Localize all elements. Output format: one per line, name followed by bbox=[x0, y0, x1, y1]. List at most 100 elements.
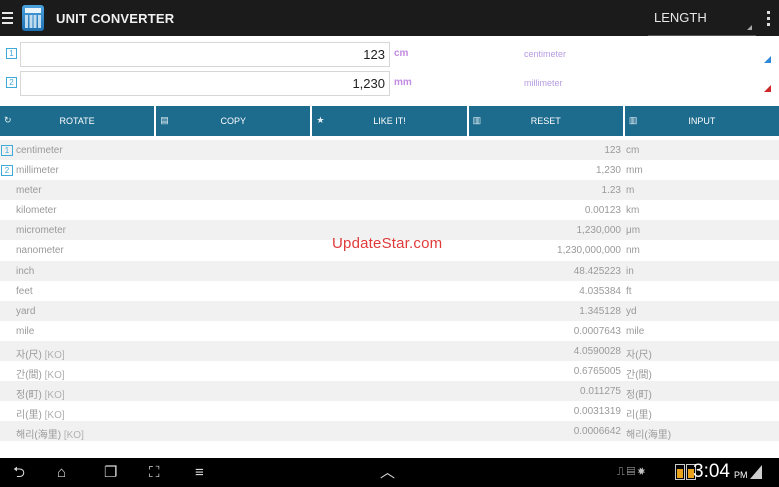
result-row[interactable]: 1 centimeter 123 cm bbox=[0, 140, 779, 161]
dropdown-triangle-icon bbox=[747, 25, 752, 30]
result-unit-name-text: nanometer bbox=[16, 245, 64, 257]
input-index-badge: 1 bbox=[6, 48, 17, 59]
result-unit-abbr: m bbox=[626, 185, 635, 197]
reset-icon: ▥ bbox=[472, 115, 482, 125]
input-button[interactable]: ▥ INPUT bbox=[624, 106, 779, 136]
result-unit-abbr: yd bbox=[626, 305, 637, 317]
back-icon[interactable]: ⮌ bbox=[13, 464, 25, 481]
result-value: 4.035384 bbox=[579, 285, 621, 297]
unit-name-1[interactable]: centimeter bbox=[524, 49, 566, 59]
result-row[interactable]: kilometer 0.00123 km bbox=[0, 200, 779, 221]
copy-button[interactable]: ▤ COPY bbox=[156, 106, 311, 136]
like-label: LIKE IT! bbox=[373, 116, 406, 126]
result-value: 0.0007643 bbox=[573, 325, 621, 337]
result-unit-name: 자(尺) [KO] bbox=[16, 346, 65, 361]
result-unit-name-text: inch bbox=[16, 265, 35, 277]
copy-label: COPY bbox=[220, 116, 247, 126]
input-index-badge: 2 bbox=[6, 77, 17, 88]
input-row-1: 1 123 cm centimeter bbox=[0, 40, 779, 68]
result-value: 0.0006642 bbox=[573, 426, 621, 438]
result-unit-abbr: km bbox=[626, 205, 640, 217]
clock-time: 3:04 bbox=[693, 461, 730, 482]
result-value: 1.23 bbox=[601, 185, 621, 197]
result-unit-abbr: ft bbox=[626, 285, 632, 297]
recent-apps-icon[interactable]: ❐ bbox=[104, 464, 117, 481]
result-value: 1,230,000,000 bbox=[557, 245, 621, 257]
result-row[interactable]: 2 millimeter 1,230 mm bbox=[0, 160, 779, 181]
signal-icon bbox=[750, 465, 762, 479]
result-unit-name-text: meter bbox=[16, 185, 42, 197]
result-value: 123 bbox=[604, 145, 621, 156]
result-unit-abbr: nm bbox=[626, 245, 640, 257]
result-unit-name: kilometer bbox=[16, 205, 57, 216]
result-unit-name-text: 정(町) bbox=[16, 390, 42, 402]
result-unit-name: micrometer bbox=[16, 225, 66, 236]
action-bar: UNIT CONVERTER LENGTH bbox=[0, 0, 779, 36]
result-value: 48.425223 bbox=[573, 265, 621, 277]
result-row[interactable]: 자(尺) [KO] 4.0590028 자(尺) bbox=[0, 340, 779, 362]
category-spinner[interactable]: LENGTH bbox=[648, 0, 756, 36]
result-unit-abbr: in bbox=[626, 265, 634, 277]
result-unit-name: feet bbox=[16, 286, 33, 297]
result-unit-name: 정(町) [KO] bbox=[16, 386, 65, 401]
unit-abbr-1: cm bbox=[394, 48, 409, 59]
result-unit-abbr: mm bbox=[626, 165, 643, 177]
language-tag: [KO] bbox=[44, 410, 65, 422]
result-unit-name: centimeter bbox=[16, 145, 63, 156]
home-icon[interactable]: ⌂ bbox=[57, 464, 66, 481]
result-row[interactable]: inch 48.425223 in bbox=[0, 260, 779, 281]
result-unit-name-text: millimeter bbox=[16, 165, 59, 177]
like-button[interactable]: ★ LIKE IT! bbox=[312, 106, 467, 136]
result-value: 1,230 bbox=[595, 165, 621, 177]
result-unit-name: millimeter bbox=[16, 165, 59, 176]
result-unit-abbr: 리(里) bbox=[626, 410, 652, 422]
result-unit-name-text: kilometer bbox=[16, 205, 57, 217]
result-unit-abbr: 정(町) bbox=[626, 390, 652, 402]
reset-label: RESET bbox=[530, 116, 561, 126]
language-tag: [KO] bbox=[44, 390, 65, 402]
rotate-button[interactable]: ↻ ROTATE bbox=[0, 106, 155, 136]
result-unit-name: inch bbox=[16, 266, 34, 277]
unit-selector-corner-icon[interactable] bbox=[764, 56, 771, 63]
result-row[interactable]: feet 4.035384 ft bbox=[0, 280, 779, 301]
result-value: 0.00123 bbox=[584, 205, 621, 217]
reset-button[interactable]: ▥ RESET bbox=[468, 106, 623, 136]
star-icon: ★ bbox=[316, 115, 325, 125]
action-toolbar: ↻ ROTATE ▤ COPY ★ LIKE IT! ▥ RESET ▥ INP… bbox=[0, 106, 779, 136]
result-unit-name-text: 해리(海里) bbox=[16, 430, 62, 442]
result-value: 0.011275 bbox=[580, 386, 621, 398]
chevron-up-icon[interactable]: ︿ bbox=[380, 464, 395, 481]
result-row[interactable]: yard 1.345128 yd bbox=[0, 300, 779, 321]
result-unit-abbr: 해리(海里) bbox=[626, 430, 672, 442]
result-unit-name: 해리(海里) [KO] bbox=[16, 426, 84, 441]
result-unit-name-text: 자(尺) bbox=[16, 349, 42, 361]
clock-ampm: PM bbox=[734, 470, 748, 480]
menu-icon[interactable] bbox=[2, 12, 18, 24]
result-row[interactable]: 해리(海里) [KO] 0.0006642 해리(海里) bbox=[0, 421, 779, 442]
value-input-1[interactable]: 123 bbox=[20, 42, 390, 67]
result-value: 1,230,000 bbox=[576, 225, 622, 237]
result-row[interactable]: mile 0.0007643 mile bbox=[0, 320, 779, 341]
result-unit-name: mile bbox=[16, 326, 34, 337]
result-unit-abbr: μm bbox=[626, 225, 641, 237]
value-input-2[interactable]: 1,230 bbox=[20, 71, 390, 96]
result-row[interactable]: 간(間) [KO] 0.6765005 간(間) bbox=[0, 361, 779, 382]
menu-icon[interactable]: ≡ bbox=[195, 464, 204, 481]
result-row[interactable]: 정(町) [KO] 0.011275 정(町) bbox=[0, 381, 779, 402]
result-row[interactable]: 리(里) [KO] 0.0031319 리(里) bbox=[0, 401, 779, 422]
result-unit-name: 간(間) [KO] bbox=[16, 366, 65, 381]
unit-selector-corner-icon[interactable] bbox=[764, 85, 771, 92]
result-value: 4.0590028 bbox=[573, 345, 621, 357]
overflow-menu-icon[interactable] bbox=[767, 11, 770, 26]
unit-name-2[interactable]: millimeter bbox=[524, 78, 563, 88]
result-unit-abbr: cm bbox=[626, 145, 640, 156]
result-unit-name-text: yard bbox=[16, 305, 36, 317]
system-navigation-bar: ⮌ ⌂ ❐ ⛶ ≡ ︿ ⎍▤✸ 3:04 PM bbox=[0, 458, 779, 487]
result-unit-name-text: feet bbox=[16, 285, 33, 297]
result-unit-name-text: micrometer bbox=[16, 225, 67, 237]
notification-icons[interactable]: ⎍▤✸ bbox=[617, 466, 648, 479]
result-unit-name: nanometer bbox=[16, 245, 64, 256]
result-row[interactable]: meter 1.23 m bbox=[0, 180, 779, 201]
screenshot-icon[interactable]: ⛶ bbox=[149, 464, 160, 481]
unit-abbr-2: mm bbox=[394, 77, 412, 88]
